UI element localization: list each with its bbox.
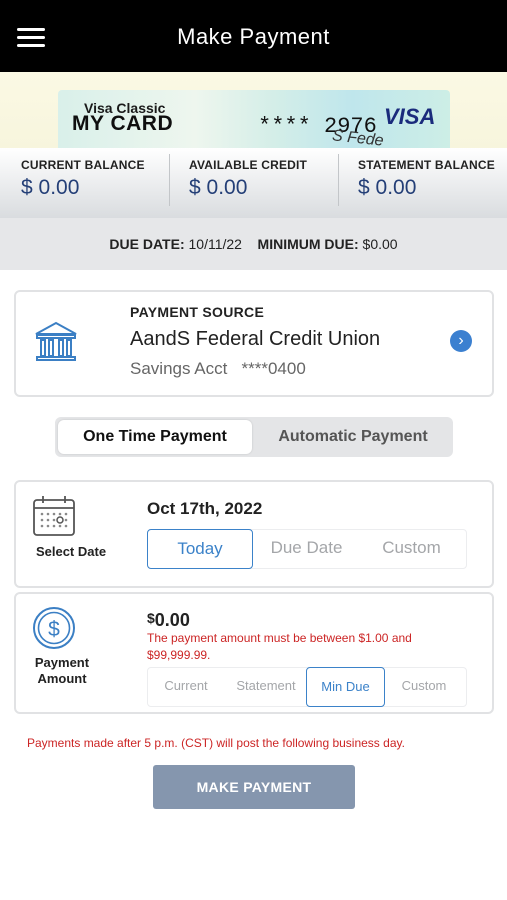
selected-date: Oct 17th, 2022 xyxy=(147,499,263,518)
due-date-label: DUE DATE: xyxy=(109,236,185,252)
divider xyxy=(169,154,170,206)
payment-source-institution: AandS Federal Credit Union xyxy=(130,328,381,350)
available-credit-value: $ 0.00 xyxy=(189,176,248,199)
amount-error-message: The payment amount must be between $1.00… xyxy=(147,631,412,662)
svg-text:$: $ xyxy=(48,618,60,641)
payment-amount-label: Payment Amount xyxy=(22,655,102,687)
date-option-custom[interactable]: Custom xyxy=(360,529,463,567)
available-credit-label: AVAILABLE CREDIT xyxy=(189,158,308,172)
minimum-due-label: MINIMUM DUE: xyxy=(257,236,359,252)
app-header: Make Payment xyxy=(0,0,507,72)
chevron-right-icon[interactable]: › xyxy=(450,330,472,352)
calendar-icon xyxy=(33,496,75,536)
account-type: Savings Acct xyxy=(130,359,228,378)
amount-option-min-due[interactable]: Min Due xyxy=(306,667,385,707)
statement-balance-value: $ 0.00 xyxy=(358,176,417,199)
minimum-due-value: $0.00 xyxy=(362,236,398,252)
card-name: MY CARD xyxy=(72,112,174,135)
amount-option-current[interactable]: Current xyxy=(147,667,225,705)
visa-logo: VISA xyxy=(384,104,436,129)
due-info-bar: DUE DATE: 10/11/22 MINIMUM DUE: $0.00 xyxy=(0,218,507,270)
current-balance-value: $ 0.00 xyxy=(21,176,80,199)
payment-source-account: Savings Acct ****0400 xyxy=(130,359,306,379)
account-mask: ****0400 xyxy=(241,359,306,378)
bank-icon xyxy=(35,321,77,361)
current-balance-label: CURRENT BALANCE xyxy=(21,158,145,172)
make-payment-button[interactable]: MAKE PAYMENT xyxy=(153,765,355,809)
payment-source-panel[interactable]: PAYMENT SOURCE AandS Federal Credit Unio… xyxy=(14,290,494,397)
statement-balance-label: STATEMENT BALANCE xyxy=(358,158,495,172)
balance-summary: CURRENT BALANCE $ 0.00 AVAILABLE CREDIT … xyxy=(0,148,507,218)
page-title: Make Payment xyxy=(177,24,330,49)
payment-source-label: PAYMENT SOURCE xyxy=(130,304,265,320)
tab-automatic-payment[interactable]: Automatic Payment xyxy=(255,420,451,454)
dollar-icon: $ xyxy=(33,607,75,649)
cutoff-notice: Payments made after 5 p.m. (CST) will po… xyxy=(27,736,405,750)
select-date-panel: Select Date Oct 17th, 2022 Today Due Dat… xyxy=(14,480,494,588)
amount-option-custom[interactable]: Custom xyxy=(385,667,463,705)
payment-amount-value: $0.00 xyxy=(147,610,190,631)
tab-one-time-payment[interactable]: One Time Payment xyxy=(58,420,252,454)
amount-value: 0.00 xyxy=(154,610,190,630)
card-image: Visa Classic MY CARD **** 2976 S Fede VI… xyxy=(58,90,450,148)
divider xyxy=(338,154,339,206)
payment-amount-panel: $ Payment Amount $0.00 The payment amoun… xyxy=(14,592,494,714)
due-date-value: 10/11/22 xyxy=(188,236,242,252)
date-option-today[interactable]: Today xyxy=(147,529,253,569)
date-option-due-date[interactable]: Due Date xyxy=(254,529,359,567)
card-banner: Visa Classic MY CARD **** 2976 S Fede VI… xyxy=(0,72,507,148)
payment-amount-label-line2: Amount xyxy=(37,671,87,686)
payment-amount-label-line1: Payment xyxy=(34,655,90,670)
currency-symbol: $ xyxy=(147,610,155,626)
select-date-label: Select Date xyxy=(35,544,107,559)
amount-option-statement[interactable]: Statement xyxy=(227,667,305,705)
payment-type-toggle: One Time Payment Automatic Payment xyxy=(55,417,453,457)
